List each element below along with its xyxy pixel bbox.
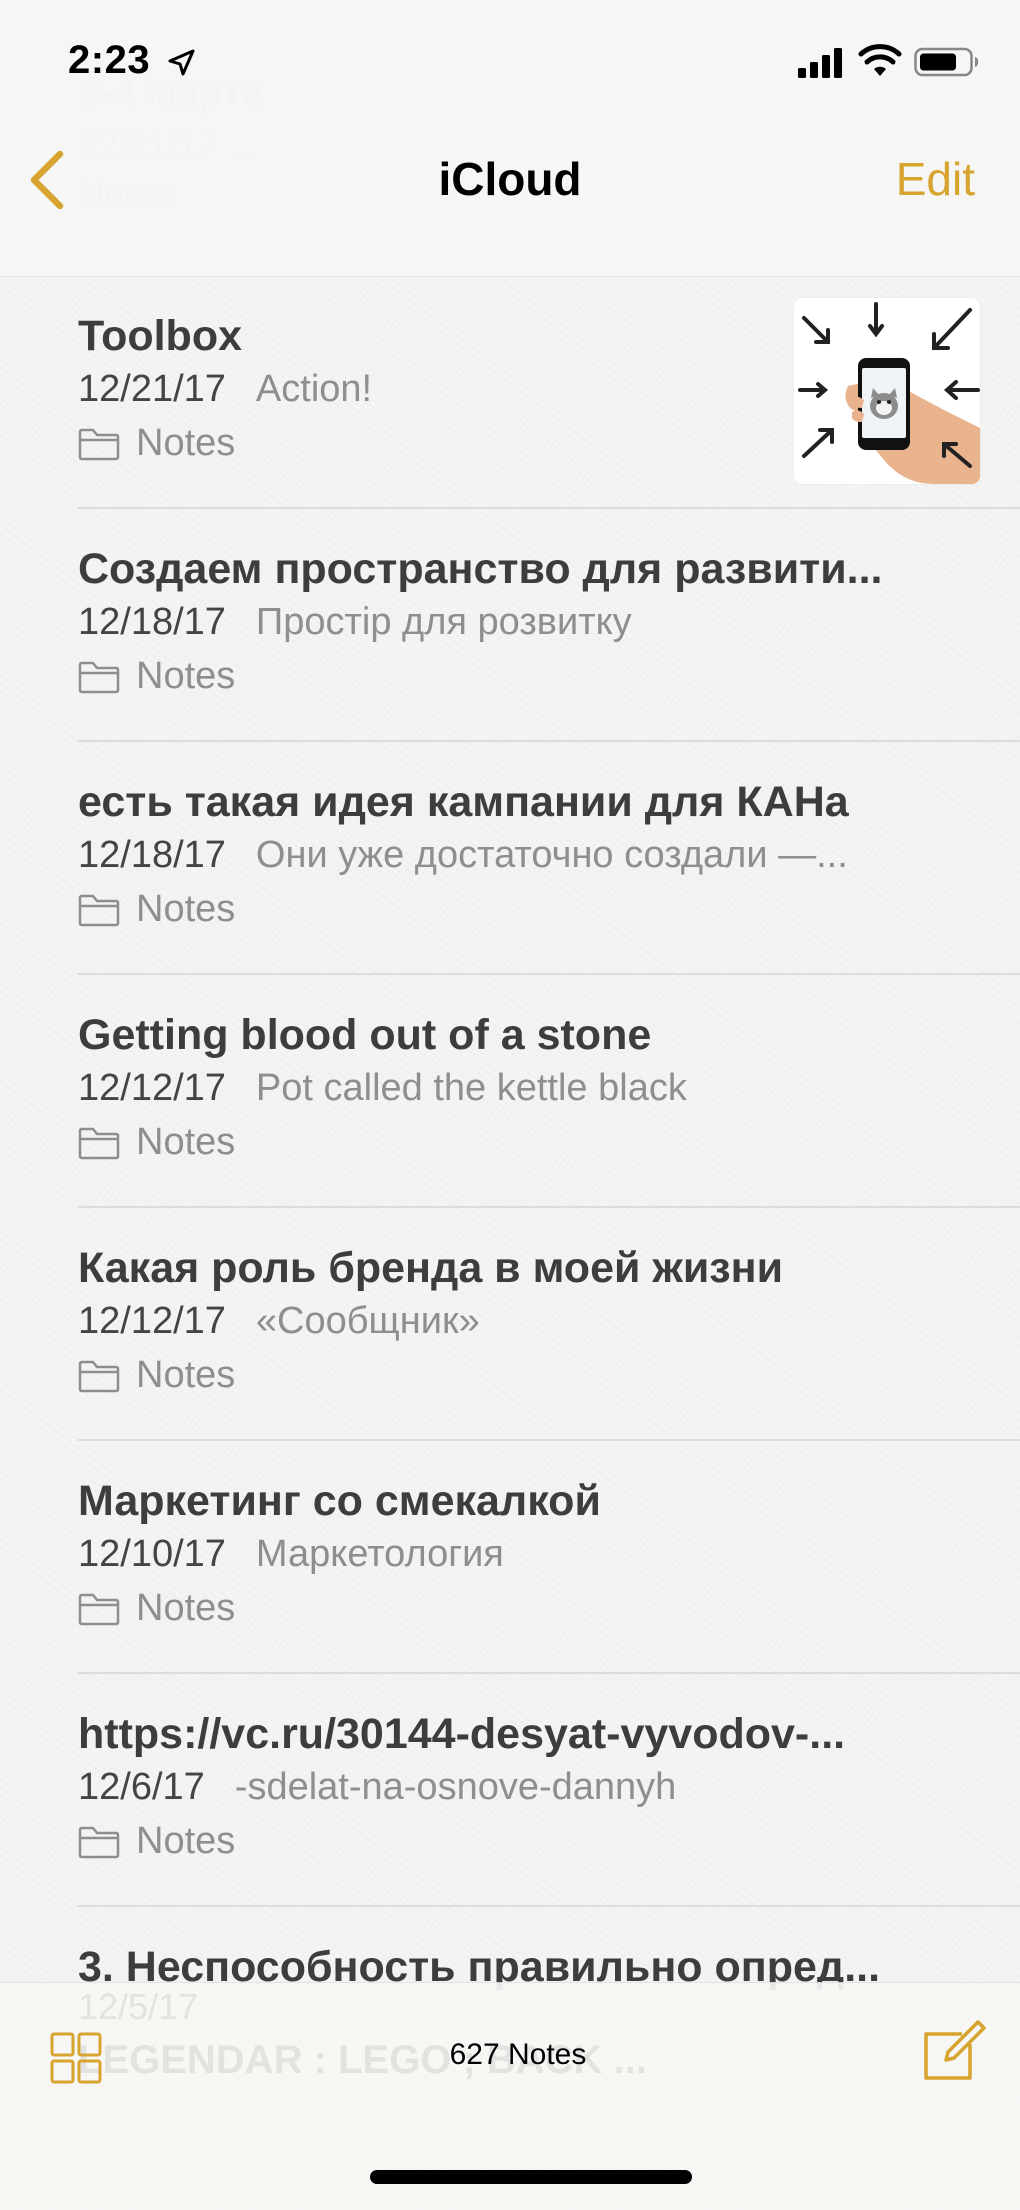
note-row-toolbox[interactable]: Toolbox 12/21/17 Action! Notes <box>78 276 1020 509</box>
note-meta: 12/6/17 -sdelat-na-osnove-dannyh <box>78 1766 938 1809</box>
note-meta: 12/10/17 Маркетология <box>78 1533 938 1576</box>
scrolled-note-ghost-meta: 12/5/17 <box>78 1986 199 2027</box>
note-folder-label: Notes <box>136 1820 236 1862</box>
note-preview: Pot called the kettle black <box>255 1067 687 1109</box>
status-bar: 2:23 <box>0 0 1020 120</box>
note-folder-label: Notes <box>136 422 236 464</box>
note-row[interactable]: Создаем пространство для развити... 12/1… <box>78 509 1020 742</box>
note-row[interactable]: Маркетинг со смекалкой 12/10/17 Маркетоло… <box>78 1441 1020 1674</box>
edit-button[interactable]: Edit <box>896 152 975 206</box>
note-meta: 12/18/17 Они уже достаточно создали —... <box>78 834 938 877</box>
location-arrow-icon <box>168 49 195 76</box>
folder-icon <box>78 428 120 460</box>
folder-icon <box>78 1360 120 1392</box>
page-title: iCloud <box>438 153 582 205</box>
note-title: Getting blood out of a stone <box>78 1011 652 1059</box>
note-date: 12/6/17 <box>78 1766 205 1808</box>
note-row[interactable]: Getting blood out of a stone 12/12/17 Pot… <box>78 975 1020 1208</box>
note-date: 12/12/17 <box>78 1300 226 1342</box>
folder-icon <box>78 661 120 693</box>
wifi-icon <box>858 44 902 76</box>
folder-icon <box>78 894 120 926</box>
note-title: Маркетинг со смекалкой <box>78 1477 601 1525</box>
cellular-signal-icon <box>798 48 842 78</box>
note-folder: Notes <box>78 1121 235 1164</box>
note-folder: Notes <box>78 655 235 698</box>
note-date: 12/10/17 <box>78 1533 226 1575</box>
note-title: Создаем пространство для развити... <box>78 545 883 593</box>
note-date: 12/18/17 <box>78 834 226 876</box>
notes-list: Toolbox 12/21/17 Action! Notes Создаем п… <box>0 276 1020 2140</box>
note-folder: Notes <box>78 422 235 465</box>
note-folder-label: Notes <box>136 1587 236 1629</box>
note-row[interactable]: https://vc.ru/30144-desyat-vyvodov-... 1… <box>78 1674 1020 1907</box>
note-preview: -sdelat-na-osnove-dannyh <box>234 1766 677 1808</box>
compose-icon[interactable] <box>918 2018 986 2086</box>
note-preview: Маркетология <box>255 1533 504 1575</box>
status-time: 2:23 <box>68 38 151 82</box>
note-title: есть такая идея кампании для КАНа <box>78 778 849 826</box>
note-folder: Notes <box>78 1354 235 1397</box>
note-preview: Они уже достаточно создали —... <box>255 834 848 876</box>
folder-icon <box>78 1127 120 1159</box>
note-folder: Notes <box>78 888 235 931</box>
notes-count: 627 Notes <box>449 2038 587 2071</box>
note-preview: Action! <box>255 368 373 410</box>
folder-icon <box>78 1593 120 1625</box>
note-row[interactable]: Какая роль бренда в моей жизни 12/12/17 «… <box>78 1208 1020 1441</box>
phone-in-hand-illustration <box>798 302 980 484</box>
battery-icon <box>914 47 979 77</box>
note-title: https://vc.ru/30144-desyat-vyvodov-... <box>78 1710 846 1758</box>
note-preview: «Сообщник» <box>255 1300 480 1342</box>
note-folder-label: Notes <box>136 1121 236 1163</box>
note-preview: Простір для розвитку <box>255 601 632 643</box>
note-title: Какая роль бренда в моей жизни <box>78 1244 784 1292</box>
note-folder: Notes <box>78 1587 235 1630</box>
note-folder-label: Notes <box>136 888 236 930</box>
note-meta: 12/12/17 «Сообщник» <box>78 1300 938 1343</box>
note-date: 12/21/17 <box>78 368 226 410</box>
note-folder-label: Notes <box>136 655 236 697</box>
note-thumbnail-image <box>794 298 980 484</box>
note-date: 12/12/17 <box>78 1067 226 1109</box>
folder-icon <box>78 1826 120 1858</box>
note-folder: Notes <box>78 1820 235 1863</box>
note-date: 12/18/17 <box>78 601 226 643</box>
home-indicator[interactable] <box>370 2170 692 2184</box>
note-row[interactable]: есть такая идея кампании для КАНа 12/18/… <box>78 742 1020 975</box>
note-folder-label: Notes <box>136 1354 236 1396</box>
note-meta: 12/12/17 Pot called the kettle black <box>78 1067 938 1110</box>
note-meta: 12/18/17 Простір для розвитку <box>78 601 938 644</box>
